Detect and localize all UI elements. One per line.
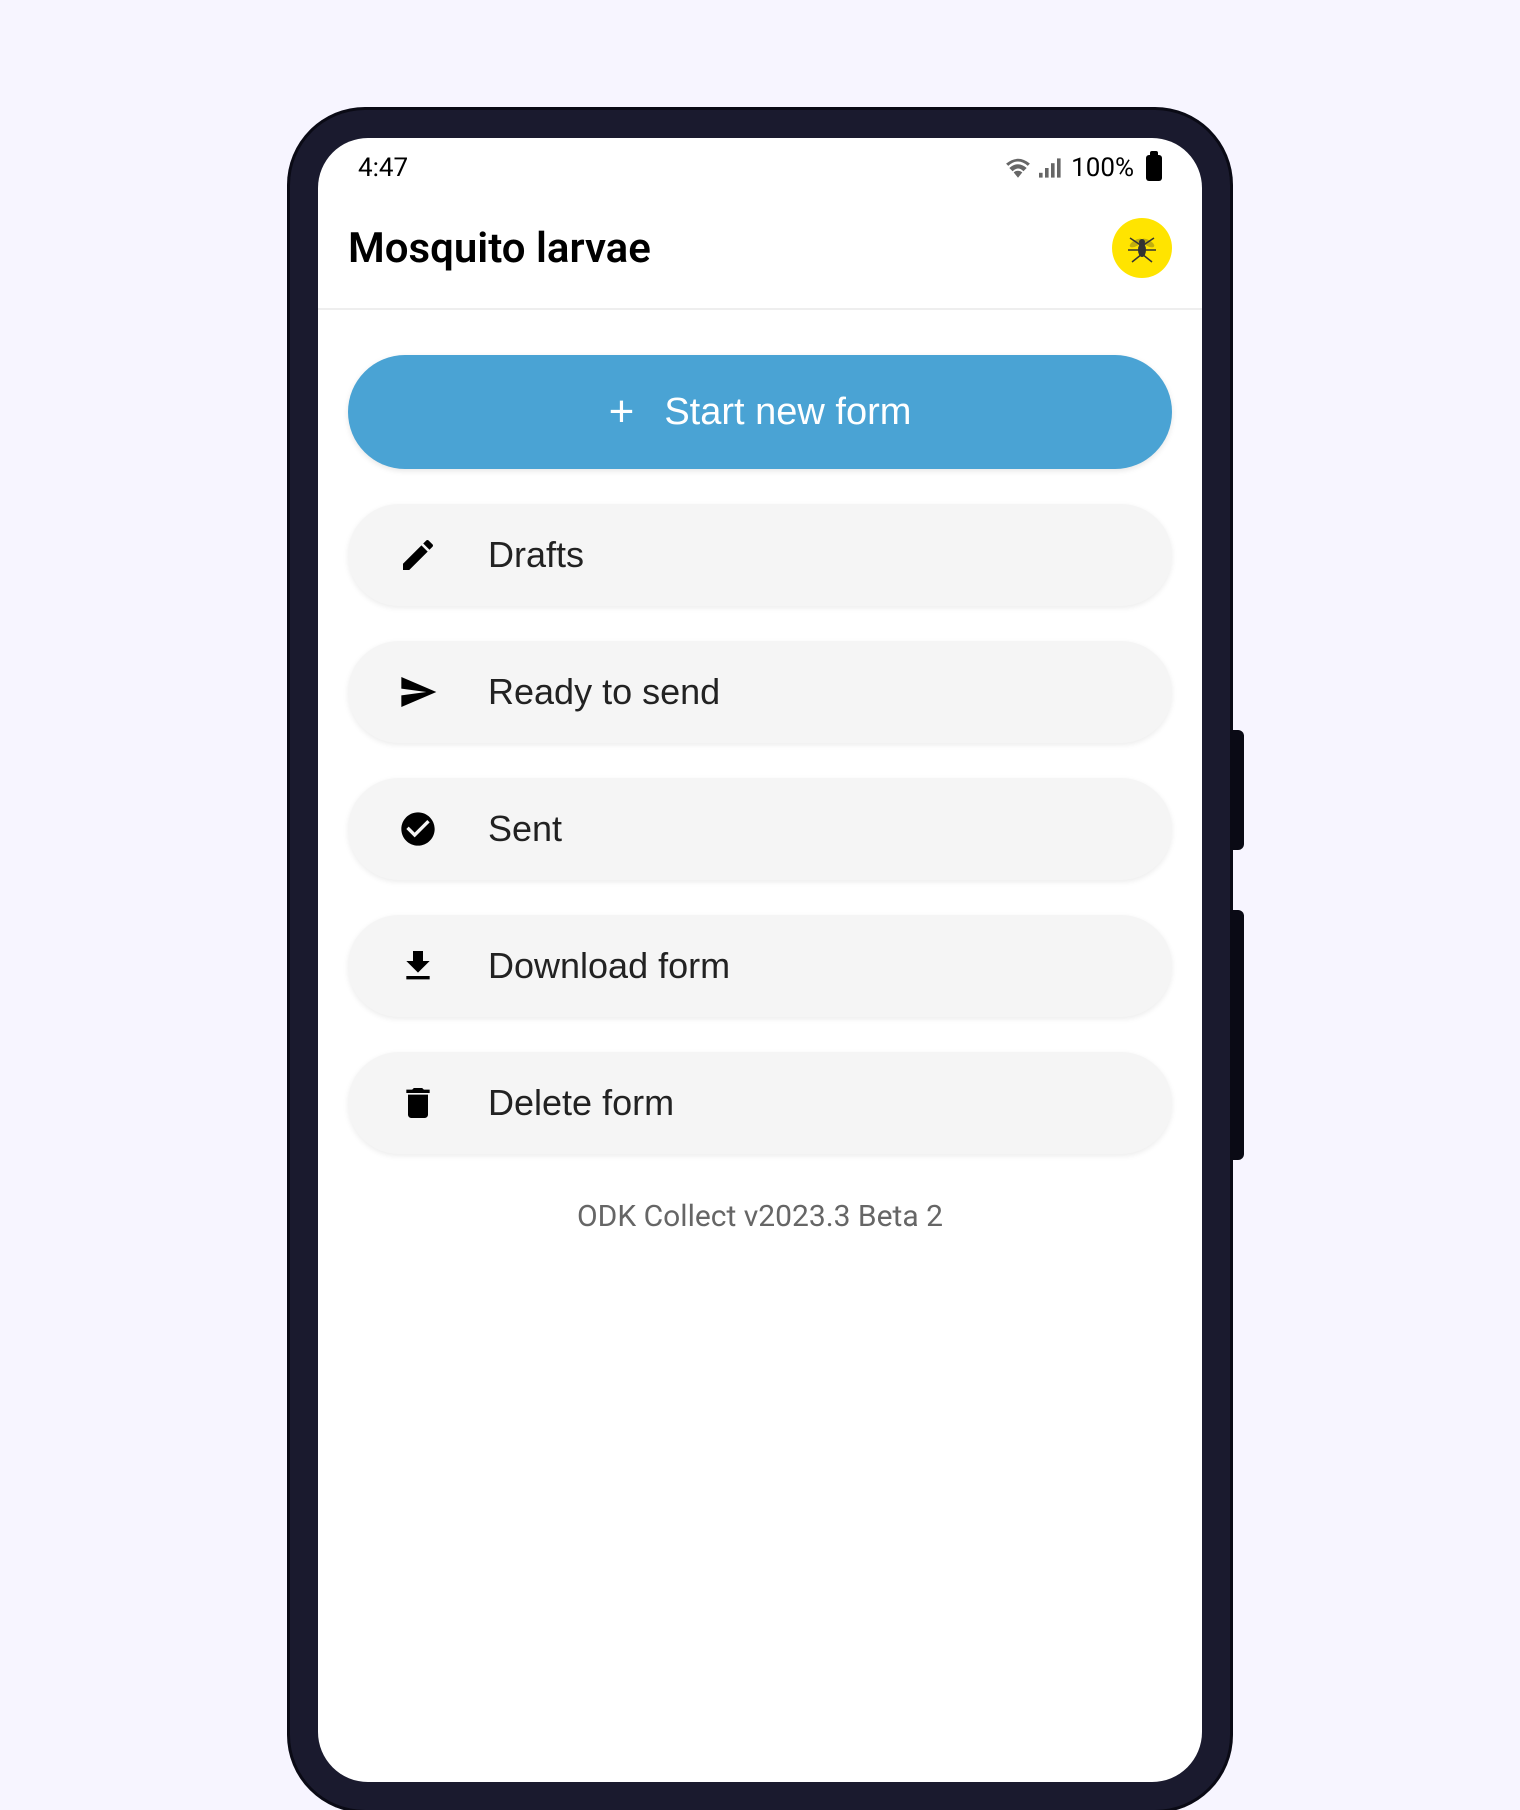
menu-label: Sent bbox=[488, 808, 562, 850]
signal-icon bbox=[1039, 158, 1063, 178]
download-icon bbox=[388, 946, 448, 986]
plus-icon: + bbox=[609, 390, 635, 434]
ready-to-send-button[interactable]: Ready to send bbox=[348, 641, 1172, 743]
battery-icon bbox=[1146, 155, 1162, 181]
wifi-icon bbox=[1005, 158, 1031, 178]
version-text: ODK Collect v2023.3 Beta 2 bbox=[348, 1199, 1172, 1234]
download-form-button[interactable]: Download form bbox=[348, 915, 1172, 1017]
delete-icon bbox=[388, 1083, 448, 1123]
status-time: 4:47 bbox=[358, 153, 408, 183]
phone-screen: 4:47 100% bbox=[318, 138, 1202, 1782]
sent-button[interactable]: Sent bbox=[348, 778, 1172, 880]
menu-label: Delete form bbox=[488, 1082, 674, 1124]
status-bar: 4:47 100% bbox=[318, 138, 1202, 193]
edit-icon bbox=[388, 535, 448, 575]
start-new-form-button[interactable]: + Start new form bbox=[348, 355, 1172, 469]
phone-side-button-top bbox=[1230, 730, 1244, 850]
menu-label: Drafts bbox=[488, 534, 584, 576]
menu-label: Download form bbox=[488, 945, 730, 987]
main-content: + Start new form Drafts Read bbox=[318, 310, 1202, 1279]
profile-badge[interactable] bbox=[1112, 218, 1172, 278]
battery-percent: 100% bbox=[1071, 153, 1134, 183]
mosquito-icon bbox=[1122, 228, 1162, 268]
page-title: Mosquito larvae bbox=[348, 224, 651, 273]
check-circle-icon bbox=[388, 809, 448, 849]
phone-frame: 4:47 100% bbox=[290, 110, 1230, 1810]
status-right: 100% bbox=[1005, 153, 1162, 183]
primary-button-label: Start new form bbox=[664, 391, 911, 434]
menu-label: Ready to send bbox=[488, 671, 720, 713]
drafts-button[interactable]: Drafts bbox=[348, 504, 1172, 606]
app-header: Mosquito larvae bbox=[318, 193, 1202, 310]
phone-side-button-bottom bbox=[1230, 910, 1244, 1160]
delete-form-button[interactable]: Delete form bbox=[348, 1052, 1172, 1154]
send-icon bbox=[388, 672, 448, 712]
